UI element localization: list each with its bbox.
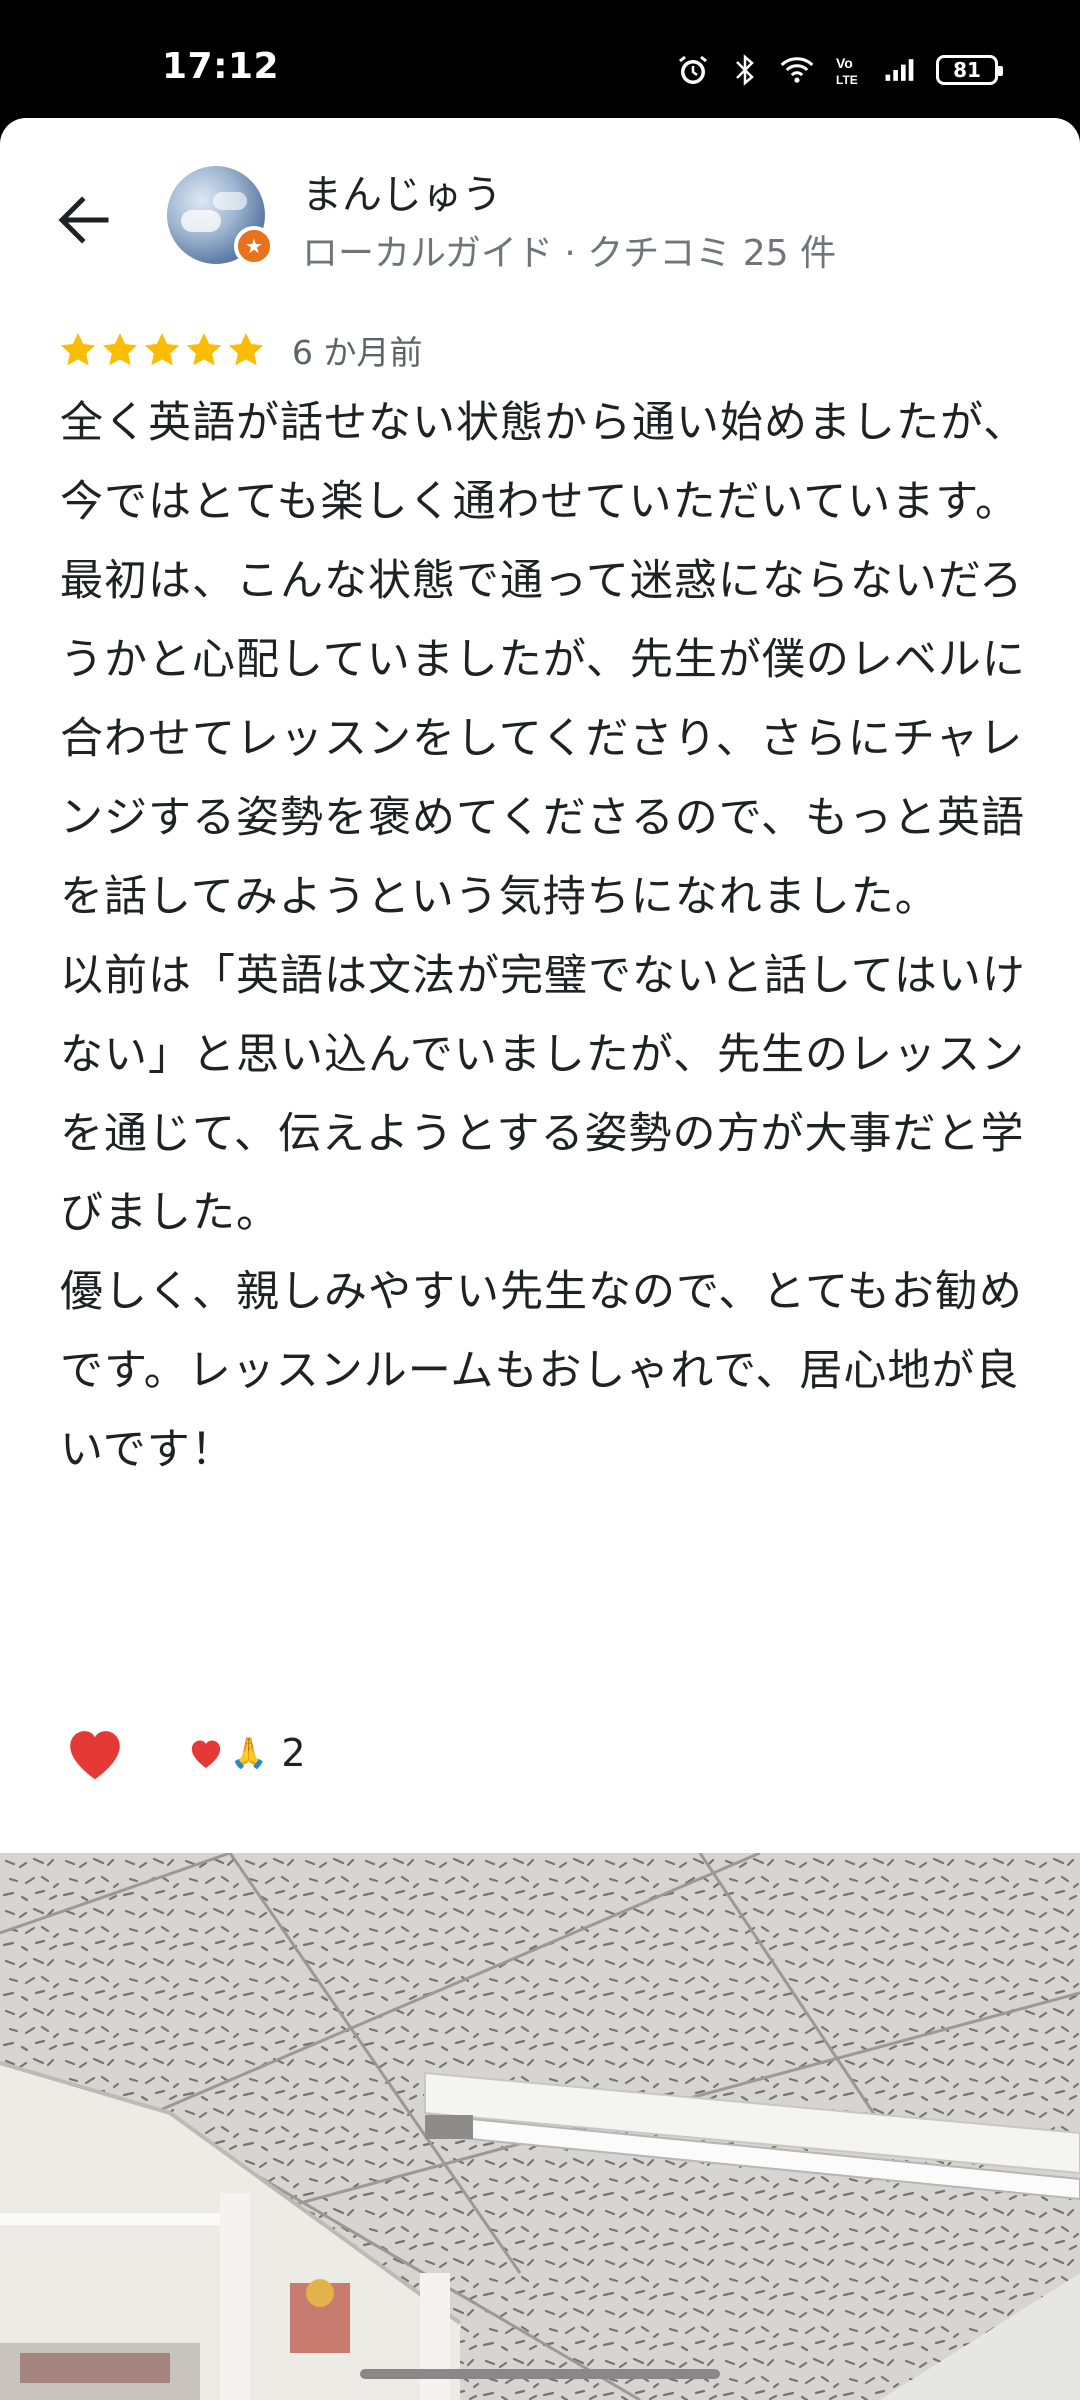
star-icon bbox=[228, 333, 264, 366]
alarm-icon bbox=[676, 53, 710, 87]
battery-indicator: 81 bbox=[936, 55, 1003, 85]
review-paragraph: 以前は「英語は文法が完璧でないと話してはいけない」と思い込んでいましたが、先生の… bbox=[60, 951, 1026, 1238]
status-time: 17:12 bbox=[162, 46, 280, 87]
reviewer-subtitle: ローカルガイド · クチコミ 25 件 bbox=[302, 233, 836, 274]
reactions-row: 🙏 2 bbox=[60, 1718, 306, 1788]
review-card: ★ まんじゅう ローカルガイド · クチコミ 25 件 6 か月前 全く英語が話… bbox=[0, 118, 1080, 2400]
heart-icon bbox=[191, 1740, 221, 1768]
star-icon bbox=[186, 333, 222, 366]
star-icon bbox=[102, 333, 138, 366]
svg-text:LTE: LTE bbox=[836, 73, 858, 87]
review-paragraph: 最初は、こんな状態で通って迷惑にならないだろうかと心配していましたが、先生が僕の… bbox=[60, 556, 1026, 922]
status-bar: 17:12 Vo LTE 81 bbox=[0, 0, 1080, 118]
status-icons: Vo LTE 81 bbox=[676, 50, 1003, 90]
review-time: 6 か月前 bbox=[292, 333, 423, 372]
star-icon bbox=[60, 333, 96, 366]
back-button[interactable] bbox=[52, 188, 116, 252]
reaction-count: 2 bbox=[281, 1731, 306, 1775]
star-icon bbox=[144, 333, 180, 366]
star-rating bbox=[58, 330, 266, 370]
signal-icon bbox=[884, 53, 918, 87]
review-paragraph: 優しく、親しみやすい先生なので、とてもお勧めです。レッスンルームもおしゃれで、居… bbox=[60, 1267, 1023, 1475]
arrow-back-icon bbox=[58, 196, 109, 244]
local-guide-star-icon: ★ bbox=[234, 226, 274, 266]
rating-row: 6 か月前 bbox=[58, 326, 423, 374]
heart-icon bbox=[70, 1731, 120, 1780]
wifi-icon bbox=[780, 53, 814, 87]
pray-icon: 🙏 bbox=[230, 1735, 268, 1771]
review-text: 全く英語が話せない状態から通い始めましたが、今ではとても楽しく通わせていただいて… bbox=[60, 384, 1030, 1490]
volte-icon: Vo LTE bbox=[832, 53, 866, 87]
reaction-summary[interactable]: 🙏 2 bbox=[186, 1731, 306, 1775]
reviewer-name[interactable]: まんじゅう bbox=[302, 162, 502, 220]
review-photo[interactable] bbox=[0, 1853, 1080, 2400]
gesture-nav-bar[interactable] bbox=[360, 2369, 720, 2379]
review-paragraph: 全く英語が話せない状態から通い始めましたが、今ではとても楽しく通わせていただいて… bbox=[60, 398, 1028, 527]
ceiling-photo-image bbox=[0, 1853, 1080, 2400]
bluetooth-icon bbox=[728, 53, 762, 87]
react-heart-button[interactable] bbox=[60, 1718, 130, 1788]
svg-text:Vo: Vo bbox=[836, 55, 853, 71]
